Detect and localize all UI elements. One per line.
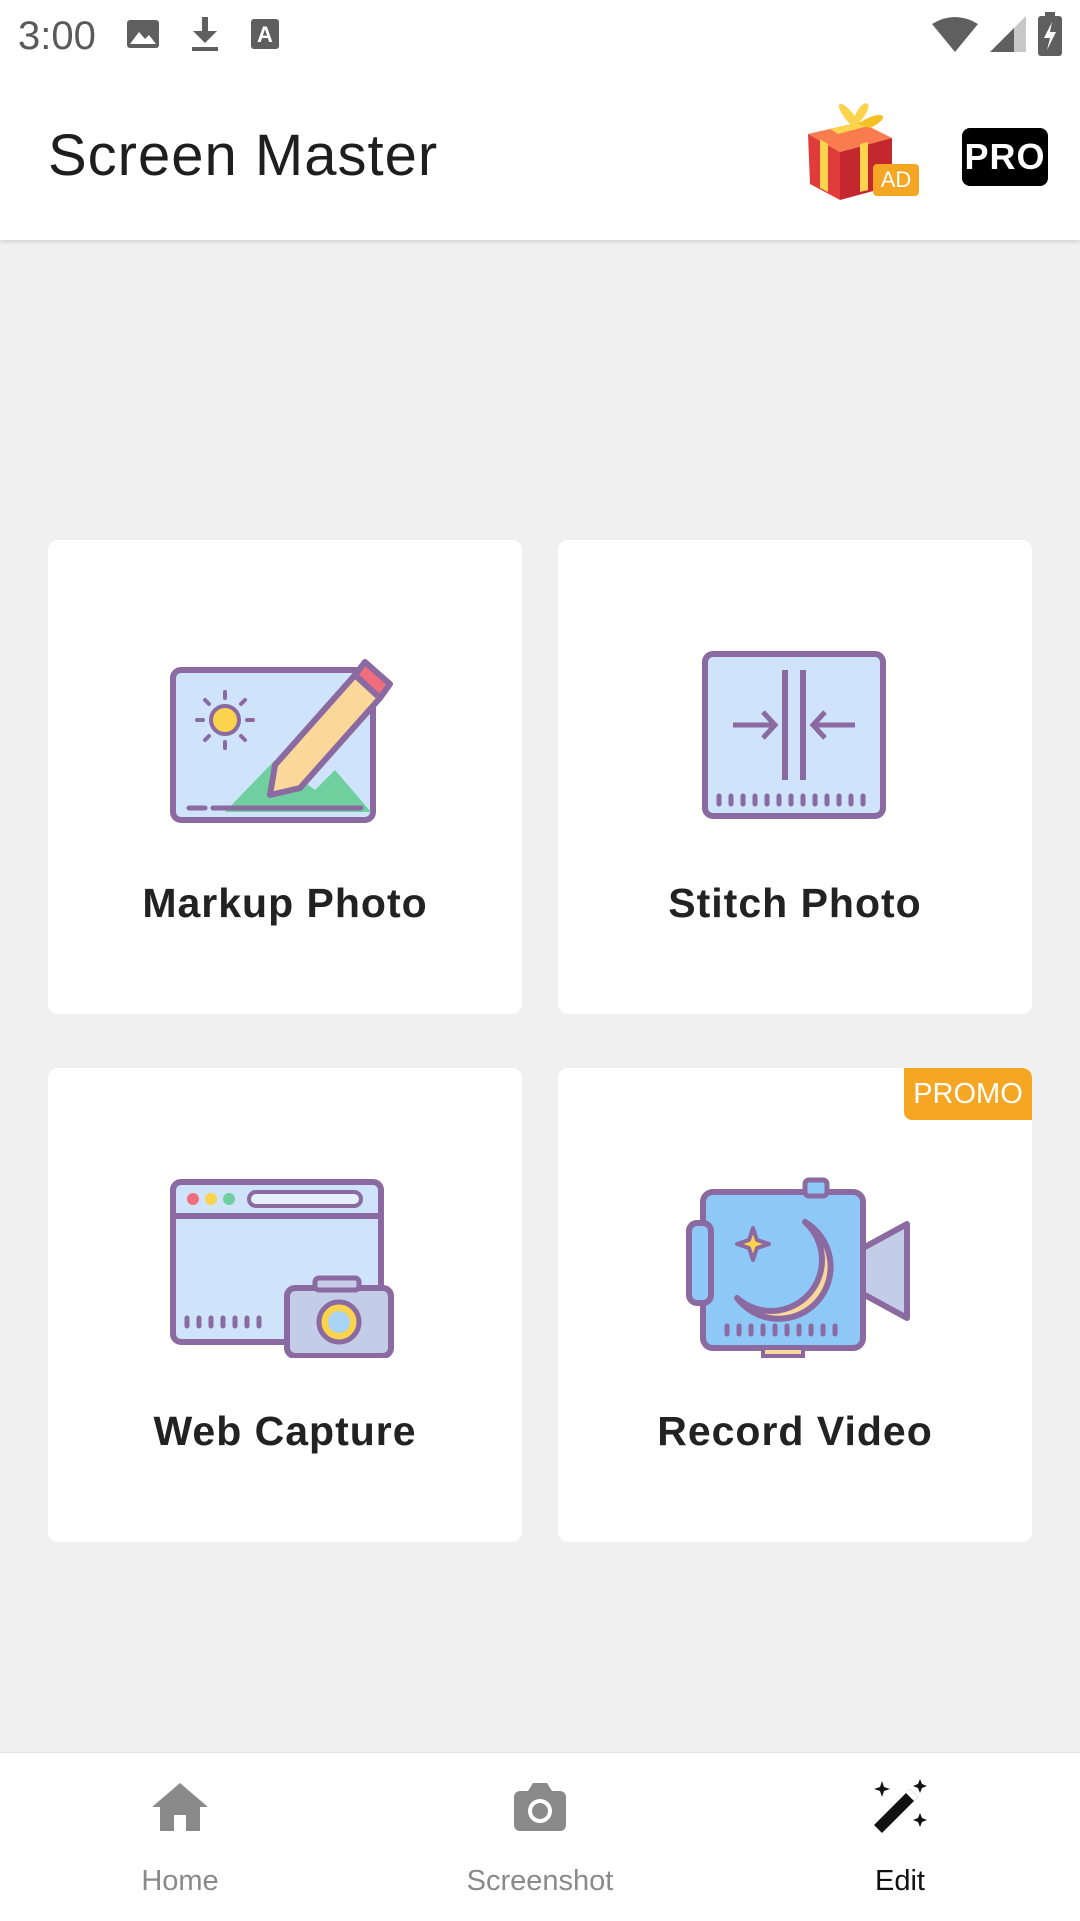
nav-item-screenshot[interactable]: Screenshot <box>360 1753 720 1921</box>
status-time: 3:00 <box>18 13 96 58</box>
font-icon: A <box>250 18 280 55</box>
card-label: Record Video <box>657 1408 933 1454</box>
card-label: Stitch Photo <box>668 880 922 926</box>
pro-button[interactable]: PRO <box>962 128 1048 186</box>
download-icon <box>190 16 220 56</box>
record-video-icon <box>686 1177 910 1358</box>
svg-text:A: A <box>257 22 273 47</box>
app-title: Screen Master <box>48 123 439 188</box>
wifi-icon <box>932 16 978 57</box>
card-label: Web Capture <box>153 1408 417 1454</box>
home-icon <box>152 1783 208 1831</box>
battery-charging-icon <box>1038 12 1062 61</box>
nav-item-edit[interactable]: Edit <box>720 1753 1080 1921</box>
magic-wand-icon <box>874 1779 927 1833</box>
status-bar: 3:00 A <box>0 0 1080 72</box>
web-capture-icon <box>170 1179 394 1358</box>
web-capture-card[interactable]: Web Capture <box>48 1068 522 1542</box>
promo-badge: PROMO <box>904 1068 1032 1120</box>
image-icon <box>126 19 160 54</box>
stitch-photo-icon <box>702 651 886 819</box>
signal-icon <box>990 16 1026 57</box>
markup-photo-card[interactable]: Markup Photo <box>48 540 522 1014</box>
app-bar: Screen Master AD PRO <box>0 72 1080 240</box>
ad-badge: AD <box>873 164 919 196</box>
nav-label: Home <box>141 1865 219 1897</box>
nav-label: Screenshot <box>466 1865 614 1897</box>
stitch-photo-card[interactable]: Stitch Photo <box>558 540 1032 1014</box>
card-label: Markup Photo <box>142 880 428 926</box>
nav-label: Edit <box>875 1865 925 1897</box>
nav-item-home[interactable]: Home <box>0 1753 360 1921</box>
bottom-nav: Home Screenshot Edit <box>0 1752 1080 1921</box>
record-video-card[interactable]: PROMO Record Video <box>558 1068 1032 1542</box>
markup-photo-icon <box>170 659 393 823</box>
camera-icon <box>514 1783 566 1831</box>
